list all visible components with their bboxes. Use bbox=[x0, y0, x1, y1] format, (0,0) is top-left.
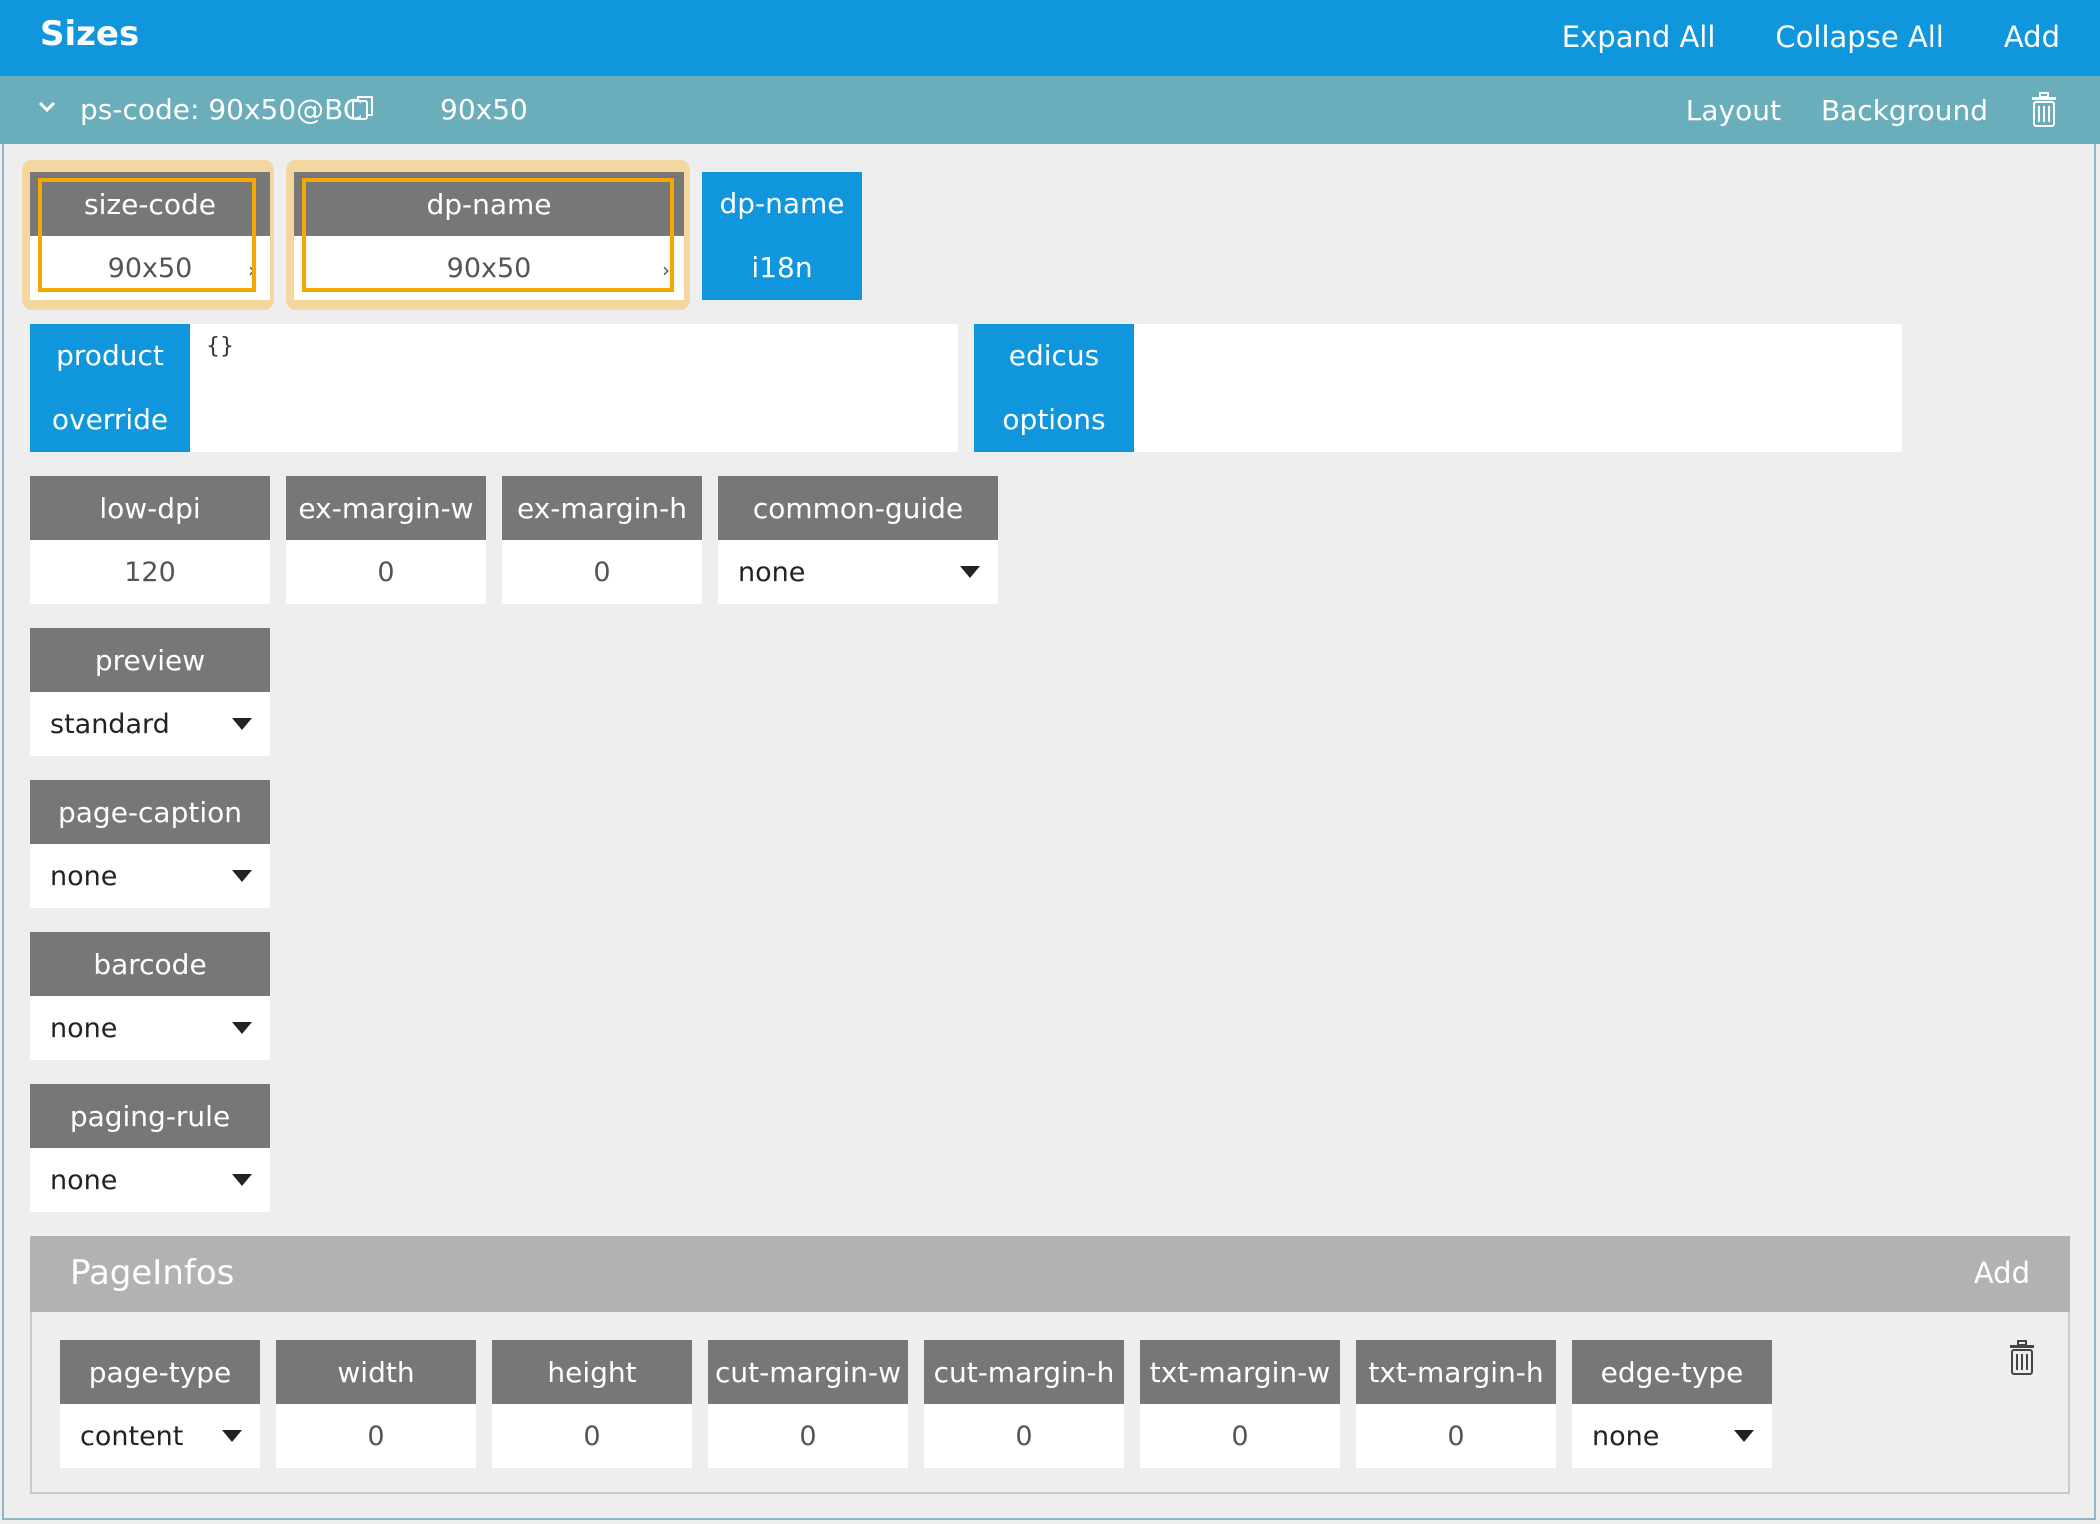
page-caption-value: none bbox=[50, 860, 118, 892]
ex-margin-w-label: ex-margin-w bbox=[286, 476, 486, 540]
product-override-line1: product bbox=[56, 339, 164, 372]
paging-rule-select[interactable]: none bbox=[30, 1148, 270, 1212]
size-value-label: 90x50 bbox=[440, 93, 528, 126]
common-guide-field: common-guide none bbox=[718, 476, 998, 604]
edicus-options-button[interactable]: edicus options bbox=[974, 324, 1134, 452]
common-guide-value: none bbox=[738, 556, 806, 588]
preview-select[interactable]: standard bbox=[30, 692, 270, 756]
edge-type-select[interactable]: none bbox=[1572, 1404, 1772, 1468]
common-guide-select[interactable]: none bbox=[718, 540, 998, 604]
caret-down-icon bbox=[232, 718, 252, 730]
ex-margin-h-field: ex-margin-h 0 bbox=[502, 476, 702, 604]
product-override-button[interactable]: product override bbox=[30, 324, 190, 452]
dp-name-outline bbox=[302, 178, 674, 292]
page-type-value: content bbox=[80, 1420, 184, 1452]
preview-label: preview bbox=[30, 628, 270, 692]
product-override-textarea[interactable]: {} bbox=[190, 324, 958, 452]
page-caption-label: page-caption bbox=[30, 780, 270, 844]
ex-margin-h-input[interactable]: 0 bbox=[502, 540, 702, 604]
background-button[interactable]: Background bbox=[1821, 94, 1988, 127]
edicus-options-line2: options bbox=[1002, 403, 1106, 436]
dp-name-i18n-line2: i18n bbox=[751, 251, 813, 284]
txt-margin-w-label: txt-margin-w bbox=[1140, 1340, 1340, 1404]
caret-down-icon bbox=[1734, 1430, 1754, 1442]
add-size-button[interactable]: Add bbox=[2004, 20, 2060, 54]
collapse-all-button[interactable]: Collapse All bbox=[1775, 20, 1943, 54]
page-type-field: page-type content bbox=[60, 1340, 260, 1468]
item-actions: Layout Background bbox=[1686, 92, 2060, 128]
sizes-header: Sizes Expand All Collapse All Add bbox=[0, 0, 2100, 76]
txt-margin-h-label: txt-margin-h bbox=[1356, 1340, 1556, 1404]
ex-margin-w-input[interactable]: 0 bbox=[286, 540, 486, 604]
width-field: width 0 bbox=[276, 1340, 476, 1468]
pageinfos-title: PageInfos bbox=[70, 1253, 235, 1293]
copy-icon[interactable] bbox=[350, 94, 376, 124]
low-dpi-field: low-dpi 120 bbox=[30, 476, 270, 604]
ex-margin-h-label: ex-margin-h bbox=[502, 476, 702, 540]
edicus-options-textarea[interactable] bbox=[1134, 324, 1902, 452]
cut-margin-h-field: cut-margin-h 0 bbox=[924, 1340, 1124, 1468]
paging-rule-value: none bbox=[50, 1164, 118, 1196]
paging-rule-field: paging-rule none bbox=[30, 1084, 270, 1212]
caret-down-icon bbox=[232, 1022, 252, 1034]
height-label: height bbox=[492, 1340, 692, 1404]
edge-type-value: none bbox=[1592, 1420, 1660, 1452]
ex-margin-w-field: ex-margin-w 0 bbox=[286, 476, 486, 604]
cut-margin-h-input[interactable]: 0 bbox=[924, 1404, 1124, 1468]
paging-rule-label: paging-rule bbox=[30, 1084, 270, 1148]
common-guide-label: common-guide bbox=[718, 476, 998, 540]
ps-code-label: ps-code: 90x50@BC bbox=[80, 93, 363, 126]
page-type-label: page-type bbox=[60, 1340, 260, 1404]
caret-down-icon bbox=[222, 1430, 242, 1442]
edge-type-label: edge-type bbox=[1572, 1340, 1772, 1404]
cut-margin-w-label: cut-margin-w bbox=[708, 1340, 908, 1404]
low-dpi-input[interactable]: 120 bbox=[30, 540, 270, 604]
txt-margin-w-field: txt-margin-w 0 bbox=[1140, 1340, 1340, 1468]
page-caption-select[interactable]: none bbox=[30, 844, 270, 908]
height-field: height 0 bbox=[492, 1340, 692, 1468]
product-override-line2: override bbox=[51, 403, 169, 436]
chevron-down-icon[interactable] bbox=[32, 92, 62, 122]
edicus-options-line1: edicus bbox=[1008, 339, 1100, 372]
barcode-field: barcode none bbox=[30, 932, 270, 1060]
trash-icon[interactable] bbox=[2006, 1340, 2038, 1376]
caret-down-icon bbox=[960, 566, 980, 578]
txt-margin-w-input[interactable]: 0 bbox=[1140, 1404, 1340, 1468]
header-actions: Expand All Collapse All Add bbox=[1562, 20, 2060, 54]
sizes-editor: Sizes Expand All Collapse All Add ps-cod… bbox=[0, 0, 2100, 1524]
page-caption-field: page-caption none bbox=[30, 780, 270, 908]
layout-button[interactable]: Layout bbox=[1686, 94, 1781, 127]
barcode-value: none bbox=[50, 1012, 118, 1044]
preview-value: standard bbox=[50, 708, 170, 740]
pageinfos-header: PageInfos Add bbox=[30, 1236, 2070, 1312]
page-title: Sizes bbox=[40, 14, 140, 54]
txt-margin-h-field: txt-margin-h 0 bbox=[1356, 1340, 1556, 1468]
expand-all-button[interactable]: Expand All bbox=[1562, 20, 1716, 54]
dp-name-i18n-line1: dp-name bbox=[719, 187, 845, 220]
preview-field: preview standard bbox=[30, 628, 270, 756]
width-input[interactable]: 0 bbox=[276, 1404, 476, 1468]
add-pageinfo-button[interactable]: Add bbox=[1974, 1256, 2030, 1290]
cut-margin-h-label: cut-margin-h bbox=[924, 1340, 1124, 1404]
cut-margin-w-input[interactable]: 0 bbox=[708, 1404, 908, 1468]
page-type-select[interactable]: content bbox=[60, 1404, 260, 1468]
caret-down-icon bbox=[232, 1174, 252, 1186]
height-input[interactable]: 0 bbox=[492, 1404, 692, 1468]
low-dpi-label: low-dpi bbox=[30, 476, 270, 540]
caret-down-icon bbox=[232, 870, 252, 882]
size-item-header[interactable]: ps-code: 90x50@BC 90x50 Layout Backgroun… bbox=[0, 76, 2100, 144]
width-label: width bbox=[276, 1340, 476, 1404]
edge-type-field: edge-type none bbox=[1572, 1340, 1772, 1468]
barcode-select[interactable]: none bbox=[30, 996, 270, 1060]
barcode-label: barcode bbox=[30, 932, 270, 996]
trash-icon[interactable] bbox=[2028, 92, 2060, 128]
cut-margin-w-field: cut-margin-w 0 bbox=[708, 1340, 908, 1468]
txt-margin-h-input[interactable]: 0 bbox=[1356, 1404, 1556, 1468]
dp-name-i18n-button[interactable]: dp-name i18n bbox=[702, 172, 862, 300]
size-code-outline bbox=[38, 178, 256, 292]
